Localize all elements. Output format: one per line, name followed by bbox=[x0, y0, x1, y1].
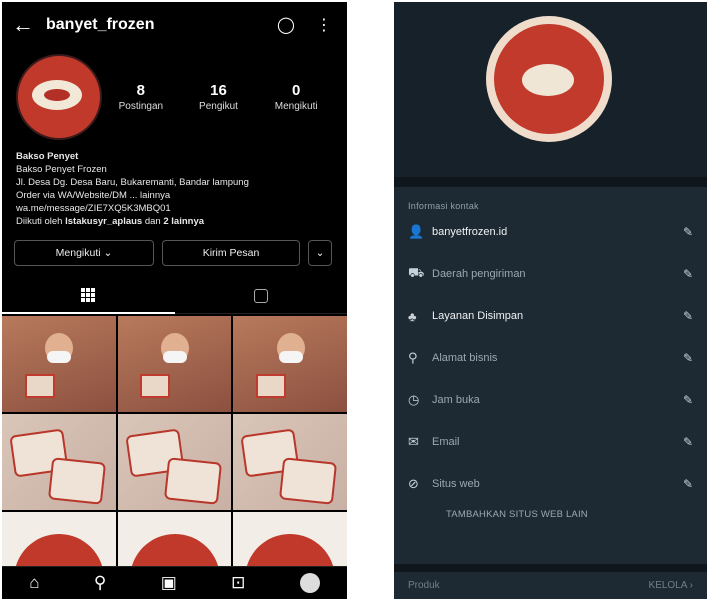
send-message-button[interactable]: Kirim Pesan bbox=[162, 240, 300, 266]
stat-following[interactable]: 0 Mengikuti bbox=[257, 82, 335, 112]
business-logo[interactable] bbox=[486, 16, 612, 142]
section-label: Informasi kontak bbox=[408, 201, 479, 211]
row-text: Layanan Disimpan bbox=[432, 310, 524, 322]
edit-pencil-icon[interactable]: ✎ bbox=[683, 477, 693, 491]
post-thumbnail[interactable] bbox=[2, 316, 116, 412]
mutual-user: lstakusyr_aplaus bbox=[65, 216, 143, 227]
person-icon: 👤 bbox=[408, 224, 425, 239]
mutual-followers[interactable]: Diikuti oleh lstakusyr_aplaus dan 2 lain… bbox=[16, 215, 333, 228]
business-profile-screen: Informasi kontak 👤 banyetfrozen.id ✎ ⛟ D… bbox=[394, 2, 707, 599]
profile-top-bar: ← banyet_frozen ◯ ⋮ bbox=[2, 2, 347, 48]
contact-row-email[interactable]: ✉ Email ✎ bbox=[394, 421, 707, 463]
profile-header bbox=[394, 2, 707, 177]
following-button[interactable]: Mengikuti ⌄ bbox=[14, 240, 154, 266]
delivery-truck-icon: ⛟ bbox=[408, 265, 425, 280]
stat-label: Mengikuti bbox=[274, 101, 318, 112]
clock-icon: ◷ bbox=[408, 392, 420, 407]
stat-value: 8 bbox=[136, 82, 145, 99]
mutual-count: 2 lainnya bbox=[163, 216, 205, 227]
grid-icon bbox=[81, 288, 96, 302]
mutual-prefix: Diikuti oleh bbox=[16, 216, 63, 227]
edit-pencil-icon[interactable]: ✎ bbox=[683, 351, 693, 365]
edit-pencil-icon[interactable]: ✎ bbox=[683, 309, 693, 323]
add-website-button[interactable]: TAMBAHKAN SITUS WEB LAIN bbox=[394, 505, 707, 539]
contact-row-name[interactable]: 👤 banyetfrozen.id ✎ bbox=[394, 211, 707, 253]
suggested-dropdown-button[interactable]: ⌄ bbox=[308, 240, 332, 266]
home-icon[interactable]: ⌂ bbox=[29, 573, 39, 593]
bio-line: Bakso Penyet Frozen bbox=[16, 164, 107, 175]
email-icon: ✉ bbox=[408, 434, 419, 449]
avatar[interactable] bbox=[16, 54, 102, 140]
post-thumbnail[interactable] bbox=[117, 414, 232, 510]
edit-pencil-icon[interactable]: ✎ bbox=[683, 225, 693, 239]
back-arrow-icon[interactable]: ← bbox=[12, 12, 46, 38]
divider bbox=[394, 177, 707, 187]
profile-header: 8 Postingan 16 Pengikut 0 Mengikuti bbox=[2, 48, 347, 140]
stat-value: 16 bbox=[210, 82, 227, 99]
post-thumbnail[interactable] bbox=[117, 316, 232, 412]
post-thumbnail[interactable] bbox=[2, 414, 116, 510]
stat-value: 0 bbox=[292, 82, 301, 99]
bio-line: Order via WA/Website/DM ... lainnya bbox=[16, 190, 171, 201]
profile-bio: Bakso Penyet Bakso Penyet Frozen Jl. Des… bbox=[2, 140, 347, 228]
mutual-mid: dan bbox=[144, 216, 161, 227]
stat-posts[interactable]: 8 Postingan bbox=[102, 82, 180, 112]
stat-followers[interactable]: 16 Pengikut bbox=[180, 82, 258, 112]
post-thumbnail[interactable] bbox=[233, 414, 347, 510]
products-label: Produk bbox=[408, 580, 440, 591]
more-options-icon[interactable]: ⋮ bbox=[311, 15, 337, 35]
manage-products-button[interactable]: KELOLA › bbox=[649, 580, 693, 591]
divider bbox=[394, 564, 707, 572]
posts-grid bbox=[2, 314, 347, 599]
tab-tagged[interactable] bbox=[174, 278, 347, 314]
profile-tabs bbox=[2, 278, 347, 314]
contact-row-website[interactable]: ⊘ Situs web ✎ bbox=[394, 463, 707, 505]
row-text: Alamat bisnis bbox=[432, 352, 498, 364]
services-icon: ♣ bbox=[408, 308, 417, 324]
edit-pencil-icon[interactable]: ✎ bbox=[683, 435, 693, 449]
bio-link[interactable]: wa.me/message/ZIE7XQ5K3MBQ01 bbox=[16, 202, 333, 215]
notification-bell-icon[interactable]: ◯ bbox=[273, 15, 299, 35]
contact-row-hours[interactable]: ◷ Jam buka ✎ bbox=[394, 379, 707, 421]
search-icon[interactable]: ⚲ bbox=[94, 573, 106, 593]
row-text: Email bbox=[432, 436, 460, 448]
contact-row-delivery[interactable]: ⛟ Daerah pengiriman ✎ bbox=[394, 253, 707, 295]
row-text: Situs web bbox=[432, 478, 480, 490]
reels-icon[interactable]: ▣ bbox=[161, 573, 177, 593]
contact-row-address[interactable]: ⚲ Alamat bisnis ✎ bbox=[394, 337, 707, 379]
instagram-profile-screen: ← banyet_frozen ◯ ⋮ 8 Postingan 16 Pengi… bbox=[2, 2, 347, 599]
bio-line: Jl. Desa Dg. Desa Baru, Bukaremanti, Ban… bbox=[16, 177, 249, 188]
profile-tab-avatar[interactable] bbox=[299, 573, 320, 593]
bio-name: Bakso Penyet bbox=[16, 151, 79, 162]
tagged-person-icon bbox=[253, 288, 268, 303]
products-row: Produk KELOLA › bbox=[394, 572, 707, 599]
edit-pencil-icon[interactable]: ✎ bbox=[683, 393, 693, 407]
stat-label: Postingan bbox=[118, 101, 164, 112]
tab-posts-grid[interactable] bbox=[2, 278, 175, 314]
row-text: banyetfrozen.id bbox=[432, 226, 508, 238]
profile-username: banyet_frozen bbox=[46, 16, 155, 33]
bottom-navigation: ⌂ ⚲ ▣ ⊡ bbox=[2, 566, 347, 599]
row-text: Daerah pengiriman bbox=[432, 268, 526, 280]
stat-label: Pengikut bbox=[199, 101, 238, 112]
website-icon: ⊘ bbox=[408, 476, 419, 491]
contact-row-services[interactable]: ♣ Layanan Disimpan ✎ bbox=[394, 295, 707, 337]
post-thumbnail[interactable] bbox=[233, 316, 347, 412]
profile-actions: Mengikuti ⌄ Kirim Pesan ⌄ bbox=[2, 228, 347, 266]
location-pin-icon: ⚲ bbox=[408, 350, 418, 365]
shop-icon[interactable]: ⊡ bbox=[231, 573, 245, 593]
edit-pencil-icon[interactable]: ✎ bbox=[683, 267, 693, 281]
row-text: Jam buka bbox=[432, 394, 480, 406]
